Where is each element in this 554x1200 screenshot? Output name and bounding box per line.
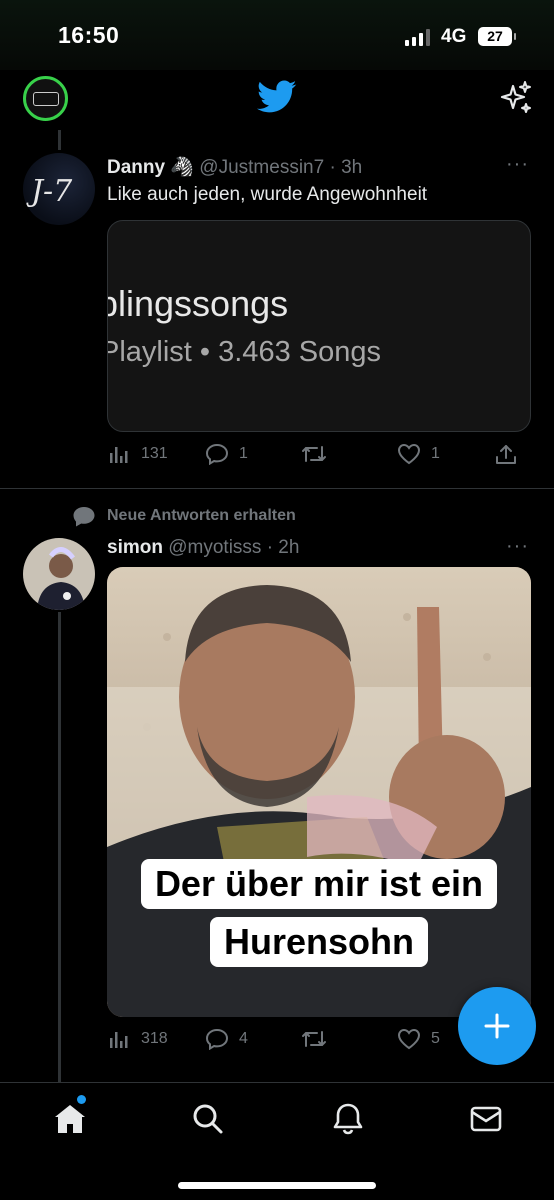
- home-indicator: [178, 1182, 376, 1189]
- avatar-logo-icon: J-7: [25, 174, 73, 209]
- tweet-text: Like auch jeden, wurde Angewohnheit: [107, 184, 428, 205]
- status-bar: 16:50 4G 27: [0, 0, 554, 70]
- reply-icon: [205, 1028, 229, 1050]
- views-icon: [110, 447, 128, 463]
- caption-line-2: Hurensohn: [107, 917, 531, 967]
- views-button[interactable]: 131: [109, 443, 168, 465]
- avatar[interactable]: J-7: [23, 153, 95, 225]
- search-icon[interactable]: [190, 1101, 226, 1137]
- link-card[interactable]: blingssongs Playlist • 3.463 Songs: [107, 220, 531, 432]
- twitter-bird-icon[interactable]: [257, 80, 297, 114]
- like-button[interactable]: 1: [397, 443, 440, 465]
- messages-icon[interactable]: [468, 1101, 504, 1137]
- tweet-actions: 131 1 1: [107, 443, 527, 473]
- card-title: blingssongs: [107, 283, 289, 324]
- notifications-icon[interactable]: [330, 1101, 366, 1137]
- views-button[interactable]: 318: [109, 1028, 168, 1050]
- notification-dot: [77, 1095, 86, 1104]
- retweet-button[interactable]: [301, 1028, 337, 1050]
- thread-line: [58, 130, 61, 150]
- tweet-author[interactable]: Danny 🦓 @Justmessin7 · 3h: [107, 155, 362, 179]
- like-count: 5: [431, 1030, 440, 1047]
- views-count: 318: [141, 1030, 168, 1047]
- avatar[interactable]: [23, 538, 95, 610]
- plus-icon: [484, 1013, 510, 1039]
- like-button[interactable]: 5: [397, 1028, 440, 1050]
- battery-icon: 27: [478, 27, 516, 46]
- reply-button[interactable]: 4: [205, 1028, 248, 1050]
- heart-icon: [397, 443, 421, 465]
- profile-avatar-button[interactable]: [23, 76, 68, 121]
- retweet-icon: [302, 446, 326, 462]
- reply-count: 1: [239, 445, 248, 462]
- views-icon: [110, 1032, 128, 1048]
- status-time: 16:50: [58, 22, 120, 48]
- more-options-icon[interactable]: ···: [506, 535, 529, 558]
- sparkle-icon[interactable]: [496, 78, 536, 118]
- retweet-button[interactable]: [301, 443, 337, 465]
- tweet-divider: [0, 488, 554, 489]
- share-icon: [496, 445, 516, 464]
- tweet-author[interactable]: simon @myotisss · 2h: [107, 537, 299, 559]
- home-icon[interactable]: [52, 1101, 88, 1137]
- network-type: 4G: [441, 26, 467, 47]
- share-button[interactable]: [494, 443, 518, 467]
- reply-icon: [205, 443, 229, 465]
- thread-line: [58, 612, 61, 1082]
- social-context: Neue Antworten erhalten: [107, 507, 296, 524]
- top-header: [0, 70, 554, 130]
- reply-button[interactable]: 1: [205, 443, 248, 465]
- svg-text:J-7: J-7: [25, 174, 73, 209]
- tweet-media-image[interactable]: Der über mir ist ein Hurensohn: [107, 567, 531, 1017]
- more-options-icon[interactable]: ···: [506, 153, 529, 176]
- card-subtitle: Playlist • 3.463 Songs: [107, 336, 381, 368]
- like-count: 1: [431, 445, 440, 462]
- views-count: 131: [141, 445, 168, 462]
- reply-count: 4: [239, 1030, 248, 1047]
- caption-line-1: Der über mir ist ein: [107, 859, 531, 909]
- retweet-icon: [302, 1031, 326, 1047]
- heart-icon: [397, 1028, 421, 1050]
- compose-tweet-button[interactable]: [458, 987, 536, 1065]
- reply-bubble-icon: [73, 507, 95, 527]
- signal-icon: [405, 28, 430, 46]
- avatar-person-icon: [37, 547, 85, 610]
